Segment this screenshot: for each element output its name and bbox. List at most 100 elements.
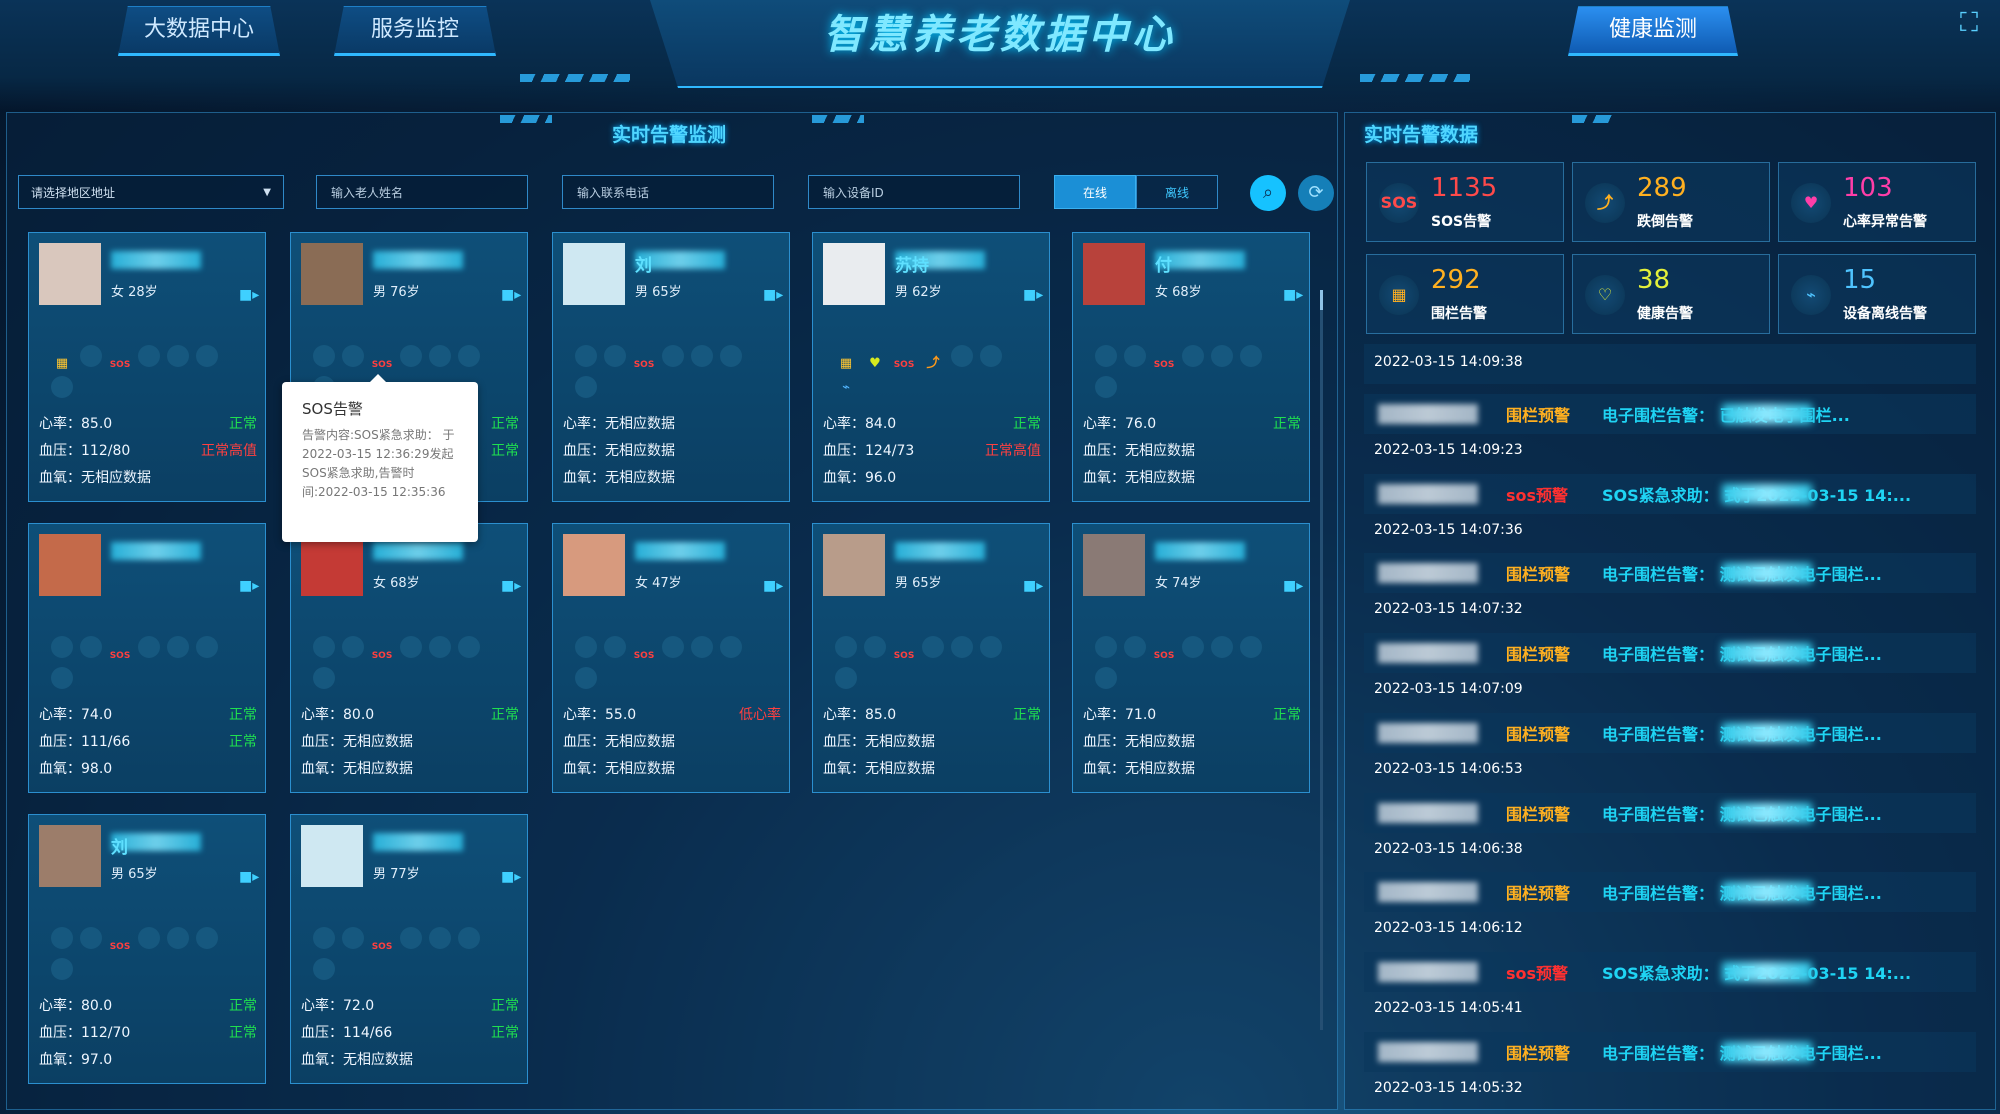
nav-service-monitor-button[interactable]: 服务监控 — [334, 6, 496, 56]
alert-icon-row: SOS — [313, 345, 513, 398]
nav-health-monitor-button[interactable]: 健康监测 — [1568, 6, 1738, 56]
avatar — [301, 825, 363, 887]
heart-rate-status: 正常 — [1273, 707, 1301, 723]
blood-pressure-value: 血压：无相应数据 — [301, 734, 413, 750]
device-input[interactable] — [808, 175, 1023, 209]
fall-icon — [400, 345, 422, 367]
blood-oxygen-value: 血氧：无相应数据 — [563, 761, 675, 777]
fall-icon — [138, 345, 160, 367]
nav-bigdata-button[interactable]: 大数据中心 — [118, 6, 280, 56]
blood-pressure-status: 正常高值 — [201, 443, 257, 459]
blood-oxygen-value: 血氧：无相应数据 — [563, 470, 675, 486]
elder-card[interactable]: ■▸ SOS 心率：74.0 正常 血压：111/66 正常 血氧：98.0 — [28, 523, 266, 793]
blood-pressure-value: 血压：124/73 — [823, 443, 915, 459]
camera-icon[interactable]: ■▸ — [239, 287, 259, 303]
fall-icon — [138, 636, 160, 658]
heart-icon — [167, 927, 189, 949]
region-select[interactable]: 请选择地区地址 ▼ — [18, 175, 284, 209]
camera-icon[interactable]: ■▸ — [239, 869, 259, 885]
sos-icon: SOS — [633, 651, 655, 661]
elder-name: 苏持 — [895, 256, 929, 276]
heart-rate-row: 心率：74.0 正常 — [39, 704, 257, 724]
blood-oxygen-row: 血氧：96.0 — [823, 467, 1041, 487]
elder-card[interactable]: 女 68岁 ■▸ SOS 心率：80.0 正常 血压：无相应数据 血氧：无相应数… — [290, 523, 528, 793]
fullscreen-icon[interactable]: ⛶ — [1954, 8, 1984, 38]
blood-pressure-value: 血压：无相应数据 — [1083, 734, 1195, 750]
name-input-field[interactable] — [329, 185, 531, 201]
elder-card[interactable]: 刘 男 65岁 ■▸ SOS 心率：80.0 正常 血压：112/70 正常 血… — [28, 814, 266, 1084]
avatar — [39, 534, 101, 596]
blood-oxygen-value: 血氧：无相应数据 — [823, 761, 935, 777]
alert-list-item[interactable]: 围栏预警 电子围栏告警： 测试已触发电子围栏... 2022-03-15 14:… — [1364, 633, 1976, 711]
search-icon[interactable]: ⌕ — [1250, 175, 1286, 211]
heart-rate-status: 正常 — [229, 416, 257, 432]
camera-icon[interactable]: ■▸ — [501, 287, 521, 303]
stat-label: 健康告警 — [1637, 306, 1693, 322]
avatar — [301, 243, 363, 305]
device-icon — [51, 376, 73, 398]
scrollbar[interactable] — [1320, 290, 1323, 1030]
elder-card[interactable]: 男 77岁 ■▸ SOS 心率：72.0 正常 血压：114/66 正常 血氧：… — [290, 814, 528, 1084]
health-icon — [1124, 345, 1146, 367]
blood-oxygen-row: 血氧：无相应数据 — [563, 467, 781, 487]
elder-card[interactable]: 刘 男 65岁 ■▸ SOS 心率：无相应数据 血压：无相应数据 血氧：无相应数… — [552, 232, 790, 502]
online-toggle[interactable]: 在线 — [1054, 175, 1136, 209]
heart-icon — [691, 345, 713, 367]
camera-icon[interactable]: ■▸ — [763, 578, 783, 594]
oxygen-icon — [458, 345, 480, 367]
blood-oxygen-row: 血氧：无相应数据 — [563, 758, 781, 778]
device-input-field[interactable] — [821, 185, 1023, 201]
alert-list-item[interactable]: 围栏预警 电子围栏告警： 测试已触发电子围栏... 2022-03-15 14:… — [1364, 872, 1976, 950]
message-redacted — [1722, 483, 1812, 504]
sos-icon: SOS — [371, 942, 393, 952]
phone-input[interactable] — [562, 175, 777, 209]
device-icon: ⌁ — [842, 380, 850, 395]
alert-list-item[interactable]: 围栏预警 电子围栏告警： 测试已触发电子围栏... 2022-03-15 14:… — [1364, 792, 1976, 871]
blood-pressure-row: 血压：112/80 正常高值 — [39, 440, 257, 460]
oxygen-icon — [458, 927, 480, 949]
elder-card[interactable]: 女 28岁 ■▸ ▦ SOS 心率：85.0 正常 血压：112/80 正常高值 … — [28, 232, 266, 502]
heart-rate-value: 心率：80.0 — [39, 998, 113, 1014]
name-input[interactable] — [316, 175, 531, 209]
name-redacted — [373, 251, 463, 269]
gender-age: 女 47岁 — [635, 576, 682, 591]
alert-list-item[interactable]: 围栏预警 电子围栏告警： 测试已触发电子围栏... 2022-03-15 14:… — [1364, 553, 1976, 631]
elder-card[interactable]: 男 65岁 ■▸ SOS 心率：85.0 正常 血压：无相应数据 血氧：无相应数… — [812, 523, 1050, 793]
alert-type: 围栏预警 — [1506, 724, 1571, 744]
blood-pressure-value: 血压：112/70 — [39, 1025, 131, 1041]
heart-rate-value: 心率：74.0 — [39, 707, 113, 723]
camera-icon[interactable]: ■▸ — [1283, 578, 1303, 594]
stat-card: ⌁ 15 设备离线告警 — [1778, 254, 1976, 334]
camera-icon[interactable]: ■▸ — [763, 287, 783, 303]
alert-list-item[interactable]: 围栏预警 电子围栏告警： 测试已触发电子围栏... 2022-03-15 14:… — [1364, 712, 1976, 791]
alert-list-item[interactable]: sos预警 SOS紧急求助： 式于2022-03-15 14:... 2022-… — [1364, 473, 1976, 552]
alert-bar: sos预警 SOS紧急求助： 式于2022-03-15 14:... — [1364, 951, 1976, 992]
alert-list-item[interactable]: sos预警 SOS紧急求助： 式于2022-03-15 14:... 2022-… — [1364, 951, 1976, 1030]
offline-toggle[interactable]: 离线 — [1136, 175, 1218, 209]
scrollbar-thumb[interactable] — [1320, 290, 1323, 310]
stat-label: 心率异常告警 — [1843, 214, 1927, 230]
elder-card[interactable]: 付 女 68岁 ■▸ SOS 心率：76.0 正常 血压：无相应数据 血氧：无相… — [1072, 232, 1310, 502]
name-redacted — [1378, 722, 1478, 743]
alert-list-item[interactable]: 围栏预警 电子围栏告警： 测试已触发电子围栏... 2022-03-15 14:… — [1364, 1031, 1976, 1110]
alert-list-item[interactable]: 围栏预警 电子围栏告警： 已触发电子围栏... 2022-03-15 14:09… — [1364, 394, 1976, 472]
camera-icon[interactable]: ■▸ — [1283, 287, 1303, 303]
fall-icon — [662, 345, 684, 367]
refresh-icon[interactable]: ⟳ — [1298, 175, 1334, 211]
camera-icon[interactable]: ■▸ — [239, 578, 259, 594]
heart-rate-row: 心率：80.0 正常 — [39, 995, 257, 1015]
camera-icon[interactable]: ■▸ — [1023, 578, 1043, 594]
camera-icon[interactable]: ■▸ — [501, 578, 521, 594]
device-icon — [1095, 376, 1117, 398]
alert-type: 围栏预警 — [1506, 1043, 1571, 1063]
elder-card[interactable]: 女 47岁 ■▸ SOS 心率：55.0 低心率 血压：无相应数据 血氧：无相应… — [552, 523, 790, 793]
phone-input-field[interactable] — [575, 185, 777, 201]
camera-icon[interactable]: ■▸ — [1023, 287, 1043, 303]
heart-icon — [429, 636, 451, 658]
health-icon — [864, 636, 886, 658]
avatar — [563, 534, 625, 596]
camera-icon[interactable]: ■▸ — [501, 869, 521, 885]
alert-type: 围栏预警 — [1506, 565, 1571, 585]
elder-card[interactable]: 女 74岁 ■▸ SOS 心率：71.0 正常 血压：无相应数据 血氧：无相应数… — [1072, 523, 1310, 793]
elder-card[interactable]: 苏持 男 62岁 ■▸ ▦ ♥ SOS ⤴ ⌁ 心率：84.0 正常 血压：124/73… — [812, 232, 1050, 502]
